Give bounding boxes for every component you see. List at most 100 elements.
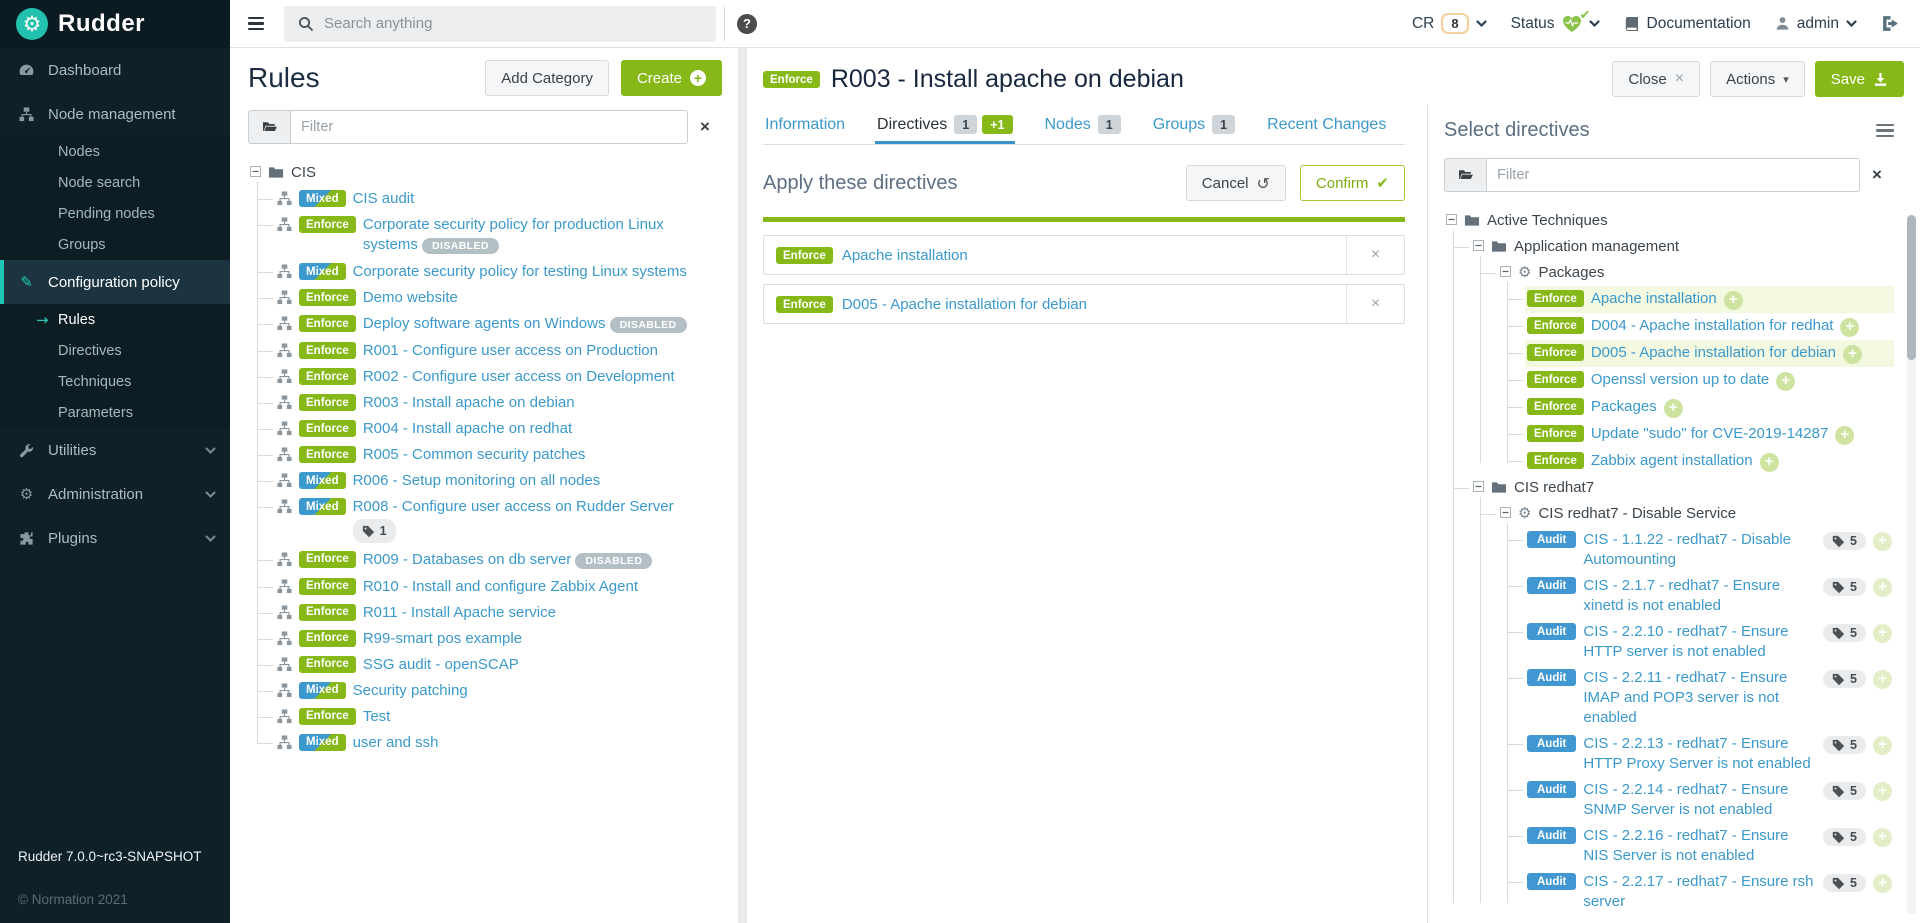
rule-name-link[interactable]: Demo website [363, 288, 458, 308]
add-directive-icon[interactable]: + [1873, 736, 1892, 755]
add-directive-icon[interactable]: + [1873, 670, 1892, 689]
sidebar-item-rules[interactable]: →Rules [0, 304, 230, 335]
rule-item-r003-install-apache-on-debian[interactable]: EnforceR003 - Install apache on debian [275, 390, 722, 416]
collapse-toggle-icon[interactable] [250, 166, 261, 177]
rule-item-corporate-security-policy-for-production-linux-systems[interactable]: EnforceCorporate security policy for pro… [275, 212, 722, 259]
directive-name-link[interactable]: CIS - 2.2.17 - redhat7 - Ensure rsh serv… [1583, 872, 1816, 912]
close-button[interactable]: Close× [1612, 61, 1700, 97]
rule-item-r010-install-and-configure-zabbix-agent[interactable]: EnforceR010 - Install and configure Zabb… [275, 574, 722, 600]
directive-item-openssl-version-up-to-date[interactable]: EnforceOpenssl version up to date+ [1525, 367, 1894, 394]
rule-item-user-and-ssh[interactable]: Mixeduser and ssh [275, 730, 722, 756]
rule-item-demo-website[interactable]: EnforceDemo website [275, 285, 722, 311]
cancel-button[interactable]: Cancel↺ [1186, 165, 1286, 201]
rule-name-link[interactable]: R99-smart pos example [363, 629, 522, 649]
user-menu[interactable]: admin [1775, 15, 1857, 33]
tab-recent-changes[interactable]: Recent Changes [1265, 111, 1388, 144]
clear-filter-icon[interactable]: × [688, 117, 722, 137]
directive-item-cis-2-2-17-redhat7-ensure-rsh-server[interactable]: AuditCIS - 2.2.17 - redhat7 - Ensure rsh… [1525, 869, 1894, 915]
directive-name-link[interactable]: CIS - 2.2.16 - redhat7 - Ensure NIS Serv… [1583, 826, 1816, 866]
add-directive-icon[interactable]: + [1843, 345, 1862, 364]
add-directive-icon[interactable]: + [1776, 372, 1795, 391]
directive-name-link[interactable]: CIS - 2.2.13 - redhat7 - Ensure HTTP Pro… [1583, 734, 1816, 774]
sidebar-item-groups[interactable]: Groups [0, 229, 230, 260]
rule-name-link[interactable]: Corporate security policy for production… [363, 215, 720, 256]
directive-name-link[interactable]: D005 - Apache installation for debian [1591, 343, 1836, 363]
rule-item-corporate-security-policy-for-testing-linux-systems[interactable]: MixedCorporate security policy for testi… [275, 259, 722, 285]
logout-icon[interactable] [1881, 15, 1900, 32]
directive-item-cis-2-2-10-redhat7-ensure-http-server-is-not-enabled[interactable]: AuditCIS - 2.2.10 - redhat7 - Ensure HTT… [1525, 619, 1894, 665]
sidebar-item-nodes[interactable]: Nodes [0, 136, 230, 167]
rule-name-link[interactable]: R008 - Configure user access on Rudder S… [353, 497, 720, 544]
directive-item-cis-2-2-11-redhat7-ensure-imap-and-pop3-server-is-not-enabled[interactable]: AuditCIS - 2.2.11 - redhat7 - Ensure IMA… [1525, 665, 1894, 731]
rule-item-test[interactable]: EnforceTest [275, 704, 722, 730]
rule-name-link[interactable]: Security patching [353, 681, 468, 701]
tab-information[interactable]: Information [763, 111, 847, 144]
folder-filter-button[interactable] [248, 110, 290, 144]
tree-node-application-management[interactable]: Application management [1471, 234, 1894, 260]
directive-item-cis-2-2-13-redhat7-ensure-http-proxy-server-is-not-enabled[interactable]: AuditCIS - 2.2.13 - redhat7 - Ensure HTT… [1525, 731, 1894, 777]
directive-name-link[interactable]: CIS - 2.2.10 - redhat7 - Ensure HTTP ser… [1583, 622, 1816, 662]
directive-name-link[interactable]: Update "sudo" for CVE-2019-14287 [1591, 424, 1828, 444]
sidebar-item-node-management[interactable]: Node management [0, 92, 230, 136]
directive-item-zabbix-agent-installation[interactable]: EnforceZabbix agent installation+ [1525, 448, 1894, 475]
directives-filter-input[interactable] [1486, 158, 1860, 192]
directive-item-packages[interactable]: EnforcePackages+ [1525, 394, 1894, 421]
add-directive-icon[interactable]: + [1835, 426, 1854, 445]
tree-node-cis-redhat7[interactable]: CIS redhat7 [1471, 475, 1894, 501]
rule-item-r009-databases-on-db-server[interactable]: EnforceR009 - Databases on db server DIS… [275, 547, 722, 574]
directive-item-cis-1-1-22-redhat7-disable-automounting[interactable]: AuditCIS - 1.1.22 - redhat7 - Disable Au… [1525, 527, 1894, 573]
add-directive-icon[interactable]: + [1840, 318, 1859, 337]
directive-item-apache-installation[interactable]: EnforceApache installation+ [1525, 286, 1894, 313]
rule-item-ssg-audit-openscap[interactable]: EnforceSSG audit - openSCAP [275, 652, 722, 678]
rules-category[interactable]: CIS [248, 160, 722, 186]
tab-groups[interactable]: Groups1 [1151, 111, 1237, 144]
add-directive-icon[interactable]: + [1873, 578, 1892, 597]
confirm-button[interactable]: Confirm✔ [1300, 165, 1405, 201]
sidebar-item-pending-nodes[interactable]: Pending nodes [0, 198, 230, 229]
directive-name-link[interactable]: Zabbix agent installation [1591, 451, 1753, 471]
directive-name-link[interactable]: D004 - Apache installation for redhat [1591, 316, 1834, 336]
sidebar-item-plugins[interactable]: Plugins [0, 516, 230, 560]
sidebar-item-techniques[interactable]: Techniques [0, 366, 230, 397]
save-button[interactable]: Save [1815, 61, 1904, 97]
sidebar-item-parameters[interactable]: Parameters [0, 397, 230, 428]
rule-name-link[interactable]: SSG audit - openSCAP [363, 655, 519, 675]
directive-name-link[interactable]: CIS - 2.2.14 - redhat7 - Ensure SNMP Ser… [1583, 780, 1816, 820]
add-directive-icon[interactable]: + [1873, 782, 1892, 801]
directive-name-link[interactable]: Packages [1591, 397, 1657, 417]
collapse-toggle-icon[interactable] [1473, 481, 1484, 492]
tree-node-packages[interactable]: ⚙Packages [1498, 260, 1894, 286]
folder-filter-button[interactable] [1444, 158, 1486, 192]
rule-name-link[interactable]: R011 - Install Apache service [363, 603, 556, 623]
rule-name-link[interactable]: user and ssh [353, 733, 439, 753]
directive-name-link[interactable]: CIS - 1.1.22 - redhat7 - Disable Automou… [1583, 530, 1816, 570]
directive-item-d005-apache-installation-for-debian[interactable]: EnforceD005 - Apache installation for de… [1525, 340, 1894, 367]
rule-name-link[interactable]: Deploy software agents on Windows DISABL… [363, 314, 687, 335]
create-rule-button[interactable]: Create+ [621, 60, 722, 96]
directive-name-link[interactable]: Apache installation [842, 247, 968, 264]
help-icon[interactable]: ? [737, 14, 757, 34]
add-directive-icon[interactable]: + [1664, 399, 1683, 418]
directive-name-link[interactable]: CIS - 2.2.11 - redhat7 - Ensure IMAP and… [1583, 668, 1816, 728]
rule-name-link[interactable]: R005 - Common security patches [363, 445, 586, 465]
rule-item-r002-configure-user-access-on-development[interactable]: EnforceR002 - Configure user access on D… [275, 364, 722, 390]
rule-item-security-patching[interactable]: MixedSecurity patching [275, 678, 722, 704]
rule-name-link[interactable]: Test [363, 707, 391, 727]
rule-item-cis-audit[interactable]: MixedCIS audit [275, 186, 722, 212]
rule-item-r006-setup-monitoring-on-all-nodes[interactable]: MixedR006 - Setup monitoring on all node… [275, 468, 722, 494]
rule-name-link[interactable]: R002 - Configure user access on Developm… [363, 367, 675, 387]
rule-name-link[interactable]: R010 - Install and configure Zabbix Agen… [363, 577, 638, 597]
sidebar-item-dashboard[interactable]: Dashboard [0, 48, 230, 92]
menu-toggle-icon[interactable] [248, 17, 264, 31]
tree-node-active-techniques[interactable]: Active Techniques [1444, 208, 1894, 234]
panel-resizer[interactable] [738, 48, 747, 923]
add-directive-icon[interactable]: + [1724, 291, 1743, 310]
add-category-button[interactable]: Add Category [485, 60, 609, 96]
rule-item-r004-install-apache-on-redhat[interactable]: EnforceR004 - Install apache on redhat [275, 416, 722, 442]
sidebar-item-administration[interactable]: ⚙Administration [0, 472, 230, 516]
rule-item-r008-configure-user-access-on-rudder-server[interactable]: MixedR008 - Configure user access on Rud… [275, 494, 722, 547]
directive-item-update-sudo-for-cve-2019-14287[interactable]: EnforceUpdate "sudo" for CVE-2019-14287+ [1525, 421, 1894, 448]
change-requests-menu[interactable]: CR 8 [1412, 13, 1487, 34]
rule-name-link[interactable]: R009 - Databases on db server DISABLED [363, 550, 653, 571]
remove-directive-button[interactable]: × [1346, 285, 1404, 323]
